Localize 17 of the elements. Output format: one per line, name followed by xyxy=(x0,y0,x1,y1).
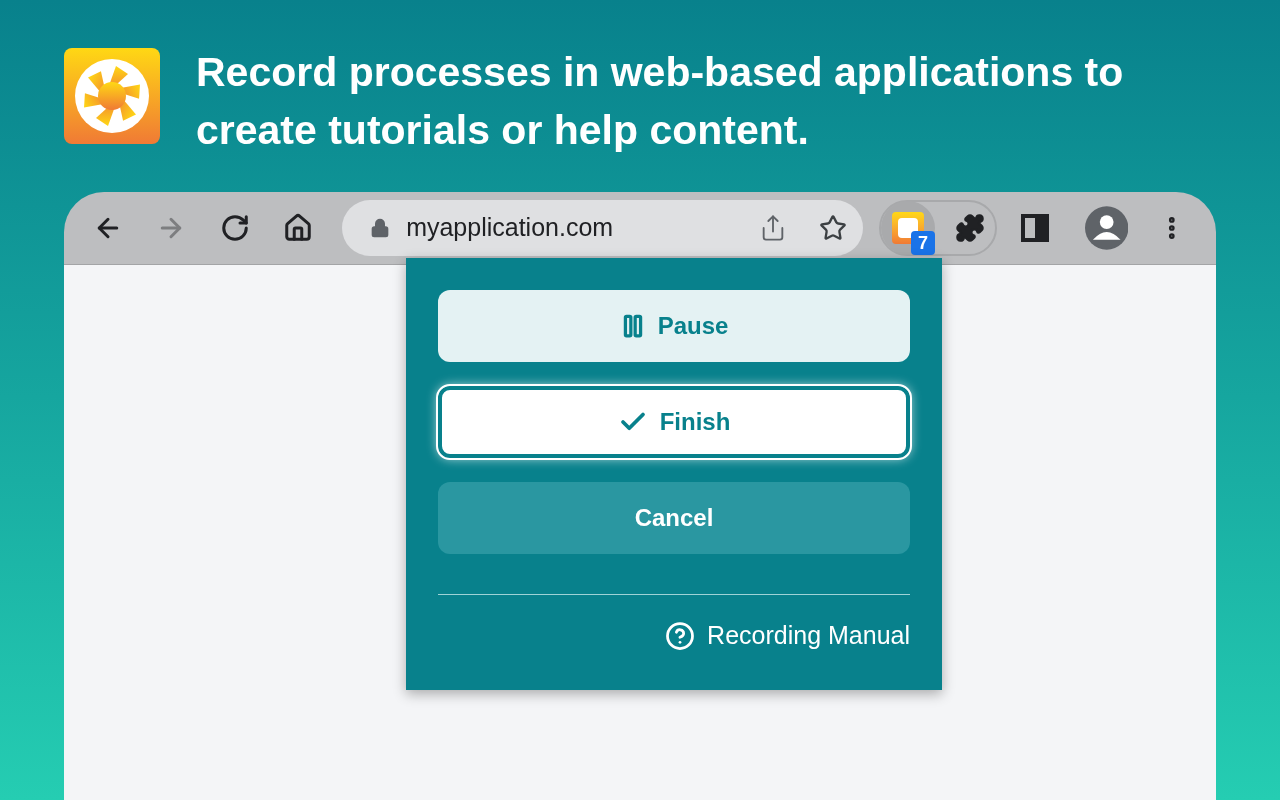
reload-icon[interactable] xyxy=(219,212,251,244)
lock-icon xyxy=(370,218,391,238)
finish-button[interactable]: Finish xyxy=(438,386,910,458)
avatar-icon[interactable] xyxy=(1085,206,1129,250)
side-panel-icon[interactable] xyxy=(1021,214,1050,242)
pause-button[interactable]: Pause xyxy=(438,290,910,362)
star-icon[interactable] xyxy=(819,214,848,242)
url-text: myapplication.com xyxy=(406,212,615,244)
address-bar[interactable]: myapplication.com xyxy=(342,200,864,256)
badge: 7 xyxy=(911,231,936,255)
extension-button[interactable]: 7 xyxy=(881,201,936,255)
puzzle-icon[interactable] xyxy=(955,213,986,243)
aperture-logo-icon xyxy=(64,48,160,144)
help-icon xyxy=(665,620,696,651)
cancel-button[interactable]: Cancel xyxy=(438,482,910,554)
headline: Record processes in web-based applications to create tutorials or help content. xyxy=(196,48,1125,155)
recording-manual-link[interactable]: Recording Manual xyxy=(665,617,910,655)
